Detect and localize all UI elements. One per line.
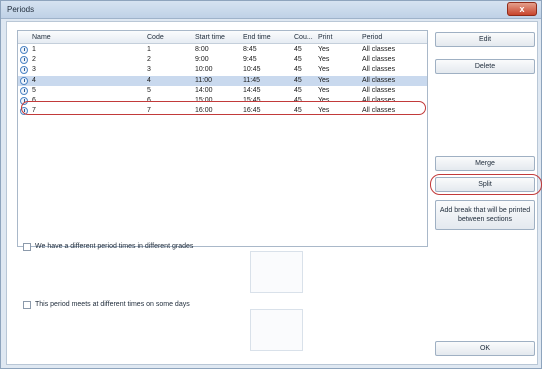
cell-name: 1 xyxy=(32,46,36,53)
cell-code: 2 xyxy=(147,56,151,64)
cell-count: 45 xyxy=(294,66,302,74)
grades-settings-panel xyxy=(250,251,303,293)
cell-name: 2 xyxy=(32,56,36,64)
ok-button[interactable]: OK xyxy=(435,341,535,356)
cell-print: Yes xyxy=(318,66,330,74)
cell-print: Yes xyxy=(318,86,330,94)
cell-code: 4 xyxy=(147,76,151,84)
clock-icon xyxy=(20,76,28,85)
cell-code: 5 xyxy=(147,86,151,94)
title-bar: Periods x xyxy=(1,1,541,19)
cell-end: 10:45 xyxy=(243,66,261,74)
clock-icon xyxy=(20,56,28,65)
periods-dialog: Periods x Name Code Start time End time … xyxy=(0,0,542,369)
cell-code: 1 xyxy=(147,46,151,53)
column-header-print[interactable]: Print xyxy=(318,34,332,41)
cell-start: 11:00 xyxy=(195,76,212,84)
column-header-code[interactable]: Code xyxy=(147,34,164,41)
cell-print: Yes xyxy=(318,56,330,64)
split-button-highlight-ring xyxy=(430,174,542,195)
cell-print: Yes xyxy=(318,46,330,53)
delete-button[interactable]: Delete xyxy=(435,59,535,74)
cell-period: All classes xyxy=(362,56,396,64)
cell-end: 11:45 xyxy=(243,76,260,84)
table-row[interactable]: 2 2 9:00 9:45 45 Yes All classes xyxy=(18,55,427,65)
days-settings-panel xyxy=(250,309,303,351)
edit-button[interactable]: Edit xyxy=(435,32,535,47)
table-header: Name Code Start time End time Cou... Pri… xyxy=(18,31,427,44)
table-row[interactable]: 3 3 10:00 10:45 45 Yes All classes xyxy=(18,65,427,75)
cell-name: 3 xyxy=(32,66,36,74)
column-header-count[interactable]: Cou... xyxy=(294,34,313,41)
column-header-name[interactable]: Name xyxy=(32,34,51,41)
cell-start: 8:00 xyxy=(195,46,209,53)
cell-start: 10:00 xyxy=(195,66,213,74)
cell-start: 14:00 xyxy=(195,86,213,94)
column-header-start-time[interactable]: Start time xyxy=(195,34,225,41)
table-row[interactable]: 5 5 14:00 14:45 45 Yes All classes xyxy=(18,86,427,96)
cell-start: 9:00 xyxy=(195,56,209,64)
selected-row-highlight-ring xyxy=(21,101,426,115)
cell-period: All classes xyxy=(362,66,396,74)
different-grades-label: We have a different period times in diff… xyxy=(35,243,194,250)
clock-icon xyxy=(20,86,28,95)
cell-end: 8:45 xyxy=(243,46,257,53)
cell-count: 45 xyxy=(294,76,302,84)
cell-period: All classes xyxy=(362,86,396,94)
cell-period: All classes xyxy=(362,76,396,84)
cell-code: 3 xyxy=(147,66,151,74)
cell-print: Yes xyxy=(318,76,330,84)
cell-end: 9:45 xyxy=(243,56,257,64)
cell-name: 4 xyxy=(32,76,36,84)
cell-count: 45 xyxy=(294,46,302,53)
different-grades-checkbox[interactable] xyxy=(23,243,31,251)
cell-count: 45 xyxy=(294,86,302,94)
dialog-body: Name Code Start time End time Cou... Pri… xyxy=(6,21,542,365)
column-header-end-time[interactable]: End time xyxy=(243,34,271,41)
column-header-period[interactable]: Period xyxy=(362,34,382,41)
merge-button[interactable]: Merge xyxy=(435,156,535,171)
clock-icon xyxy=(20,66,28,75)
window-title: Periods xyxy=(7,5,35,14)
cell-count: 45 xyxy=(294,56,302,64)
cell-period: All classes xyxy=(362,46,396,53)
periods-table: Name Code Start time End time Cou... Pri… xyxy=(17,30,428,247)
table-row[interactable]: 1 1 8:00 8:45 45 Yes All classes xyxy=(18,45,427,55)
cell-end: 14:45 xyxy=(243,86,261,94)
add-break-button[interactable]: Add break that will be printed between s… xyxy=(435,200,535,230)
table-row[interactable]: 4 4 11:00 11:45 45 Yes All classes xyxy=(18,75,427,86)
close-button[interactable]: x xyxy=(507,2,537,16)
different-days-checkbox[interactable] xyxy=(23,301,31,309)
different-days-label: This period meets at different times on … xyxy=(35,301,190,308)
clock-icon xyxy=(20,46,28,54)
cell-name: 5 xyxy=(32,86,36,94)
